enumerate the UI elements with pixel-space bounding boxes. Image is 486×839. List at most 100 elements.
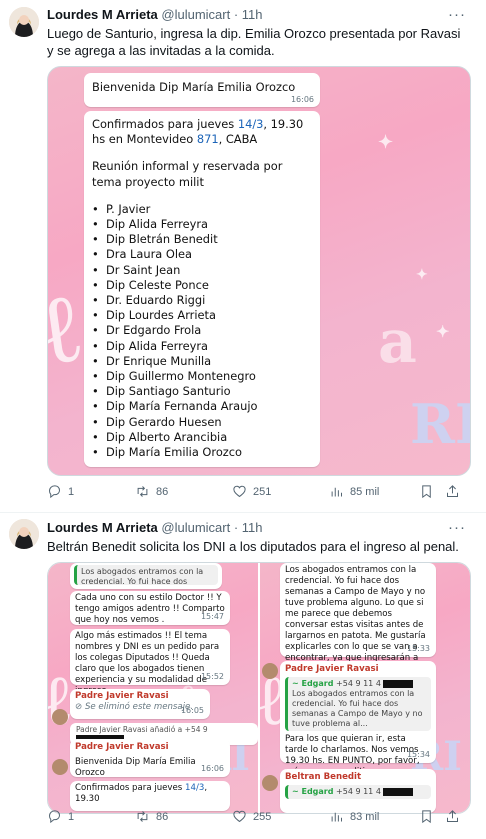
chat-message: Cada uno con su estilo Doctor !! Y tengo… (70, 591, 230, 625)
chat-message: Algo más estimados !! El tema nombres y … (70, 629, 230, 696)
meeting-line: Reunión informal y reservada por tema pr… (92, 159, 283, 189)
attendee-item: Dip Santiago Santurio (92, 384, 312, 399)
tweet-image-right[interactable]: ℓ a RI Los abogados entramos con la cred… (260, 563, 470, 813)
retweet-button[interactable]: 86 (135, 484, 168, 499)
views-count: 85 mil (350, 485, 380, 498)
reply-icon (48, 485, 61, 499)
attendee-item: Dip Alberto Arancibia (92, 430, 312, 445)
like-count: 251 (253, 485, 272, 498)
tweet-images: ℓ ℓ RI Los abogados entramos con la cred… (47, 562, 471, 814)
reply-count: 1 (68, 485, 75, 498)
decor-letter: RI (410, 392, 470, 456)
like-icon (233, 810, 246, 823)
sparkle-icon: ✦ (436, 322, 450, 341)
views-count: 83 mil (350, 810, 380, 823)
chat-reply: Padre Javier Ravasi ~ Edgard +54 9 11 4 … (280, 661, 436, 777)
avatar[interactable] (52, 709, 68, 725)
chat-message-list: Confirmados para jueves 14/3, 19.30 hs e… (84, 111, 320, 467)
message-text: Bienvenida Dip María Emilia Orozco (92, 80, 296, 94)
sparkle-icon: ✦ (416, 267, 428, 283)
chat-message-deleted: Padre Javier Ravasi ⊘ Se eliminó este me… (70, 689, 210, 719)
attendee-item: Dip Lourdes Arrieta (92, 308, 312, 323)
tweet-image-left[interactable]: ℓ ℓ RI Los abogados entramos con la cred… (48, 563, 258, 813)
chat-quote-top: Los abogados entramos con la credencial.… (70, 563, 222, 589)
retweet-count: 86 (156, 485, 169, 498)
attendee-item: Dr. Eduardo Riggi (92, 293, 312, 308)
chat-message: Los abogados entramos con la credencial.… (280, 563, 436, 685)
attendee-item: Dip Alida Ferreyra (92, 339, 312, 354)
retweet-count: 86 (156, 810, 169, 823)
tweet-time[interactable]: 11h (242, 7, 263, 22)
redaction (383, 787, 414, 796)
bookmark-icon (422, 485, 431, 499)
tweet[interactable]: Lourdes M Arrieta @lulumicart · 11h ··· … (0, 0, 486, 512)
share-button[interactable] (445, 809, 460, 824)
views-icon (331, 487, 342, 497)
reply-button[interactable]: 1 (47, 484, 74, 499)
attendee-item: Dip Gerardo Huesen (92, 415, 312, 430)
attendee-item: Dip María Fernanda Araujo (92, 399, 312, 414)
attendee-item: Dip María Emilia Orozco (92, 445, 312, 460)
decor-letter: ℓ (48, 658, 70, 742)
author-name[interactable]: Lourdes M Arrieta (47, 520, 158, 535)
share-icon (447, 485, 458, 497)
retweet-icon (137, 486, 148, 497)
attendee-item: Dip Alida Ferreyra (92, 217, 312, 232)
like-button[interactable]: 255 (232, 809, 271, 824)
date-link[interactable]: 14/3 (185, 783, 204, 793)
action-bar: 1 86 255 83 mil (47, 809, 467, 827)
action-bar: 1 86 251 85 mil (47, 484, 467, 502)
avatar[interactable] (9, 7, 39, 37)
attendee-list: P. Javier Dip Alida Ferreyra Dip Bletrán… (92, 202, 312, 461)
author-handle[interactable]: @lulumicart (161, 7, 230, 22)
reply-count: 1 (68, 810, 75, 823)
like-icon (233, 485, 246, 498)
avatar[interactable] (9, 519, 39, 549)
chat-message-welcome: Bienvenida Dip María Emilia Orozco 16:06 (84, 73, 320, 107)
quoted-message: ~ Edgard +54 9 11 4 (285, 785, 431, 799)
tweet[interactable]: Lourdes M Arrieta @lulumicart · 11h ··· … (0, 514, 486, 839)
more-icon[interactable]: ··· (448, 519, 466, 536)
attendee-item: Dip Celeste Ponce (92, 278, 312, 293)
avatar[interactable] (262, 775, 278, 791)
like-count: 255 (253, 810, 272, 823)
chat-reply: Beltran Benedit ~ Edgard +54 9 11 4 (280, 769, 436, 813)
chat-message-welcome: Padre Javier Ravasi Bienvenida Dip María… (70, 739, 230, 778)
sparkle-icon: ✦ (378, 132, 394, 153)
bookmark-button[interactable] (419, 484, 434, 499)
address-link[interactable]: 871 (197, 132, 219, 146)
views-button[interactable]: 83 mil (329, 809, 379, 824)
date-link[interactable]: 14/3 (238, 117, 264, 131)
attendee-item: P. Javier (92, 202, 312, 217)
retweet-button[interactable]: 86 (135, 809, 168, 824)
decor-letter: ℓ (47, 270, 86, 387)
bookmark-button[interactable] (419, 809, 434, 824)
bookmark-icon (422, 810, 431, 824)
confirm-line: Confirmados para jueves 14/3, 19.30 hs e… (92, 117, 304, 147)
more-icon[interactable]: ··· (448, 6, 466, 23)
decor-letter: a (378, 307, 417, 377)
message-time: 16:06 (290, 95, 314, 104)
attendee-item: Dr Edgardo Frola (92, 323, 312, 338)
divider (0, 512, 486, 513)
tweet-image[interactable]: ℓ ℓ a RI ✦ ✦ ✦ Bienvenida Dip María Emil… (47, 66, 471, 476)
share-button[interactable] (445, 484, 460, 499)
reply-icon (48, 810, 61, 824)
avatar[interactable] (262, 663, 278, 679)
views-button[interactable]: 85 mil (329, 484, 379, 499)
redaction (383, 679, 414, 688)
like-button[interactable]: 251 (232, 484, 271, 499)
tweet-text: Beltrán Benedit solicita los DNI a los d… (47, 539, 459, 554)
chat-message: Confirmados para jueves 14/3, 19.30 (70, 781, 230, 811)
attendee-item: Dip Guillermo Montenegro (92, 369, 312, 384)
quoted-message: ~ Edgard +54 9 11 4 Los abogados entramo… (285, 677, 431, 731)
share-icon (447, 810, 458, 822)
author-name[interactable]: Lourdes M Arrieta (47, 7, 158, 22)
attendee-item: Dr Saint Jean (92, 263, 312, 278)
tweet-time[interactable]: 11h (242, 520, 263, 535)
author-handle[interactable]: @lulumicart (161, 520, 230, 535)
attendee-item: Dra Laura Olea (92, 247, 312, 262)
reply-button[interactable]: 1 (47, 809, 74, 824)
views-icon (331, 812, 342, 822)
avatar[interactable] (52, 759, 68, 775)
